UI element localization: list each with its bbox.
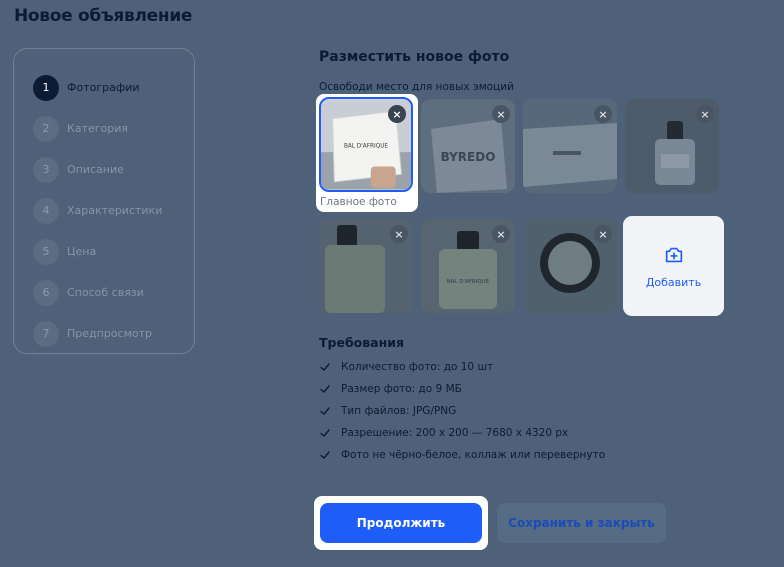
continue-button[interactable]: Продолжить bbox=[320, 503, 482, 543]
step-number: 5 bbox=[33, 238, 59, 265]
step-preview[interactable]: 7 Предпросмотр bbox=[14, 313, 194, 354]
remove-photo-button[interactable]: × bbox=[594, 105, 612, 123]
step-number: 2 bbox=[33, 115, 59, 142]
remove-photo-button[interactable]: × bbox=[492, 225, 510, 243]
requirement-text: Разрешение: 200 x 200 — 7680 x 4320 px bbox=[341, 427, 569, 439]
requirement-item: Тип файлов: JPG/PNG bbox=[319, 400, 605, 422]
step-contact[interactable]: 6 Способ связи bbox=[14, 272, 194, 313]
photo-thumbnail[interactable]: BYREDO × bbox=[421, 99, 515, 193]
steps-sidebar: 1 Фотографии 2 Категория 3 Описание 4 Ха… bbox=[13, 48, 195, 354]
step-price[interactable]: 5 Цена bbox=[14, 231, 194, 272]
step-category[interactable]: 2 Категория bbox=[14, 108, 194, 149]
step-number: 3 bbox=[33, 156, 59, 183]
add-photo-button[interactable]: Добавить bbox=[623, 216, 724, 316]
photo-thumbnail[interactable]: × bbox=[523, 99, 617, 193]
requirement-text: Тип файлов: JPG/PNG bbox=[341, 405, 457, 417]
check-icon bbox=[320, 407, 330, 415]
step-label: Фотографии bbox=[67, 81, 140, 94]
step-label: Предпросмотр bbox=[67, 327, 152, 340]
continue-highlight: Продолжить bbox=[314, 496, 488, 550]
section-subtitle: Освободи место для новых эмоций bbox=[319, 81, 514, 93]
check-icon bbox=[320, 429, 330, 437]
photo-label-text: BAL D'AFRIQUE bbox=[447, 279, 490, 285]
step-label: Описание bbox=[67, 163, 124, 176]
requirement-text: Количество фото: до 10 шт bbox=[341, 361, 494, 373]
step-label: Категория bbox=[67, 122, 128, 135]
step-characteristics[interactable]: 4 Характеристики bbox=[14, 190, 194, 231]
remove-photo-button[interactable]: × bbox=[594, 225, 612, 243]
photo-thumbnail[interactable]: BAL D'AFRIQUE × bbox=[319, 97, 413, 192]
requirement-item: Размер фото: до 9 МБ bbox=[319, 378, 605, 400]
check-icon bbox=[320, 363, 330, 371]
photo-label-text: BAL D'AFRIQUE bbox=[344, 143, 388, 149]
requirements-list: Количество фото: до 10 шт Размер фото: д… bbox=[319, 356, 605, 466]
photo-thumbnail[interactable]: × bbox=[319, 219, 413, 313]
step-number: 4 bbox=[33, 197, 59, 224]
main-photo-card: BAL D'AFRIQUE × Главное фото bbox=[316, 94, 418, 212]
remove-photo-button[interactable]: × bbox=[696, 105, 714, 123]
step-number: 1 bbox=[33, 74, 59, 101]
requirement-item: Количество фото: до 10 шт bbox=[319, 356, 605, 378]
check-icon bbox=[320, 385, 330, 393]
step-label: Цена bbox=[67, 245, 97, 258]
remove-photo-button[interactable]: × bbox=[492, 105, 510, 123]
step-number: 7 bbox=[33, 320, 59, 347]
page-title: Новое объявление bbox=[14, 6, 193, 26]
main-photo-caption: Главное фото bbox=[320, 196, 397, 208]
step-description[interactable]: 3 Описание bbox=[14, 149, 194, 190]
requirement-item: Фото не чёрно-белое, коллаж или переверн… bbox=[319, 444, 605, 466]
requirement-text: Фото не чёрно-белое, коллаж или переверн… bbox=[341, 449, 606, 461]
requirement-text: Размер фото: до 9 МБ bbox=[341, 383, 462, 395]
add-photo-label: Добавить bbox=[645, 275, 702, 289]
remove-photo-button[interactable]: × bbox=[390, 225, 408, 243]
step-label: Характеристики bbox=[67, 204, 163, 217]
photo-thumbnail[interactable]: × bbox=[625, 99, 719, 193]
remove-photo-button[interactable]: × bbox=[388, 105, 406, 123]
step-number: 6 bbox=[33, 279, 59, 306]
requirement-item: Разрешение: 200 x 200 — 7680 x 4320 px bbox=[319, 422, 605, 444]
step-photos[interactable]: 1 Фотографии bbox=[14, 67, 194, 108]
save-and-close-button[interactable]: Сохранить и закрыть bbox=[497, 503, 666, 543]
step-label: Способ связи bbox=[67, 286, 144, 299]
photo-label-text: BYREDO bbox=[441, 150, 496, 164]
section-title: Разместить новое фото bbox=[319, 49, 510, 65]
photo-thumbnail[interactable]: BAL D'AFRIQUE × bbox=[421, 219, 515, 313]
photo-thumbnail[interactable]: × bbox=[523, 219, 617, 313]
requirements-title: Требования bbox=[319, 335, 405, 350]
check-icon bbox=[320, 451, 330, 459]
camera-add-icon bbox=[665, 247, 682, 262]
